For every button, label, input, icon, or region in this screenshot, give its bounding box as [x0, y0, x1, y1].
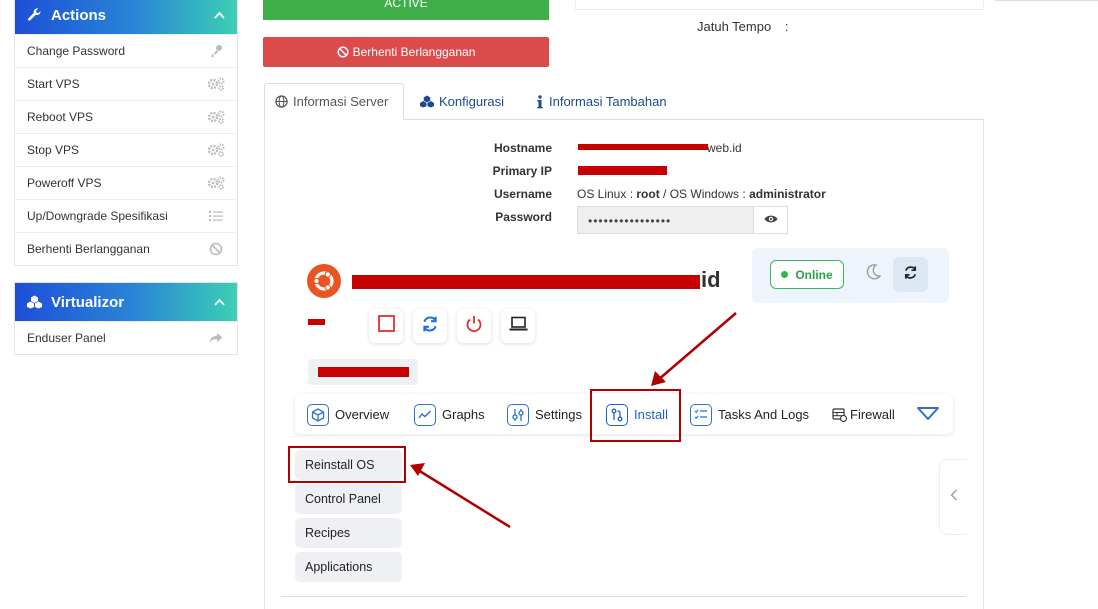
tab-label: Informasi Server [293, 94, 389, 109]
arrow-to-install [651, 312, 737, 386]
arrow-to-reinstall [410, 463, 511, 529]
tab-informasi-server[interactable]: Informasi Server [264, 83, 404, 120]
annotation-arrows [410, 312, 737, 529]
globe-icon [275, 95, 288, 108]
